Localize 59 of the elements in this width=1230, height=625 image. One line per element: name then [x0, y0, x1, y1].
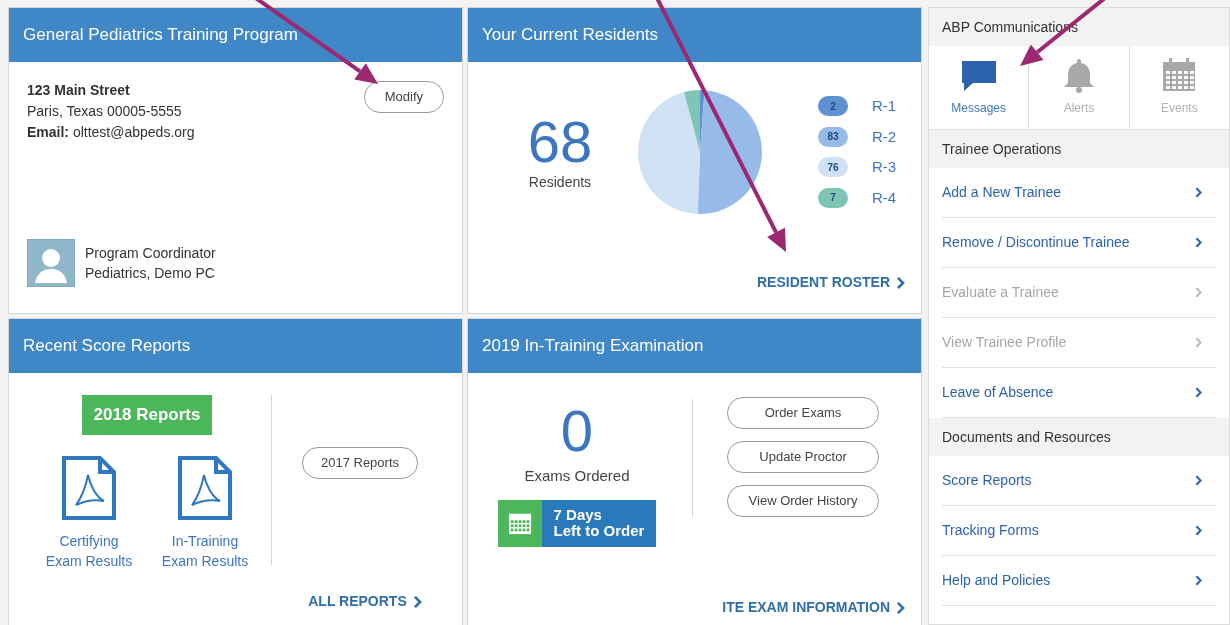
address-line: Paris, Texas 00005-5555 — [27, 102, 183, 121]
count-badge: 83 — [818, 126, 848, 147]
legend-label: R-1 — [872, 96, 897, 116]
modify-button[interactable]: Modify — [363, 81, 444, 113]
sidebar-link[interactable]: Help and Policies — [942, 570, 1051, 591]
exam-count: 0 — [560, 403, 594, 459]
resident-roster-link[interactable]: RESIDENT ROSTER — [757, 272, 905, 293]
section-header: Trainee Operations — [929, 130, 1229, 168]
calendar-icon — [507, 511, 532, 535]
document-label[interactable]: Certifying Exam Results — [45, 531, 133, 571]
card-header: Recent Score Reports — [9, 319, 462, 373]
deadline-days: 7 Days — [553, 507, 645, 523]
chevron-icon — [1195, 287, 1202, 298]
legend-label: R-2 — [872, 126, 897, 147]
count-badge: 76 — [818, 157, 848, 178]
chevron-icon — [1195, 337, 1202, 348]
exam-action-button[interactable]: View Order History — [727, 485, 879, 517]
ite-info-link[interactable]: ITE EXAM INFORMATION — [722, 597, 905, 618]
residents-label: Residents — [528, 172, 592, 192]
exam-action-button[interactable]: Order Exams — [727, 397, 879, 429]
communication-tab[interactable]: Messages — [929, 46, 1029, 129]
chevron-icon — [1195, 575, 1202, 586]
previous-reports-button[interactable]: 2017 Reports — [301, 447, 419, 479]
sidebar-link[interactable]: Leave of Absence — [942, 382, 1054, 403]
legend-label: R-4 — [872, 187, 897, 208]
legend-label: R-3 — [872, 157, 897, 177]
pdf-document-icon — [61, 455, 117, 521]
chevron-icon — [412, 595, 422, 608]
section-header: Documents and Resources — [929, 418, 1229, 456]
deadline-text: Left to Order — [553, 523, 645, 539]
residents-total: 68 — [527, 111, 593, 172]
count-badge: 2 — [818, 96, 848, 117]
all-reports-link[interactable]: ALL REPORTS — [308, 591, 422, 612]
chevron-icon — [1195, 187, 1202, 198]
sidebar-link[interactable]: Score Reports — [942, 470, 1032, 491]
card-header: 2019 In-Training Examination — [468, 319, 921, 373]
address-line: Email: olttest@abpeds.org — [27, 123, 195, 142]
chevron-icon — [1195, 475, 1202, 486]
card-header: General Pediatrics Training Program — [9, 8, 462, 62]
sidebar-link[interactable]: Remove / Discontinue Trainee — [942, 232, 1130, 253]
chevron-icon — [896, 276, 905, 289]
coordinator-role: Program Coordinator — [85, 244, 216, 263]
calendar-icon — [1161, 57, 1198, 93]
exam-action-button[interactable]: Update Proctor — [727, 441, 879, 473]
pdf-document-icon — [177, 455, 233, 521]
chevron-icon — [1195, 237, 1202, 248]
sidebar-link[interactable]: Tracking Forms — [942, 520, 1039, 541]
coordinator-name: Pediatrics, Demo PC — [85, 264, 216, 283]
chevron-icon — [1195, 525, 1202, 536]
document-label[interactable]: In-Training Exam Results — [161, 531, 249, 571]
avatar-icon — [27, 239, 75, 287]
sidebar-link[interactable]: Add a New Trainee — [942, 182, 1062, 203]
exam-count-label: Exams Ordered — [524, 466, 630, 486]
count-badge: 7 — [818, 187, 848, 208]
address-line: 123 Main Street — [27, 81, 131, 100]
current-reports-badge: 2018 Reports — [81, 395, 213, 435]
chevron-icon — [896, 601, 905, 614]
card-header: Your Current Residents — [468, 8, 921, 62]
chevron-icon — [1195, 387, 1202, 398]
